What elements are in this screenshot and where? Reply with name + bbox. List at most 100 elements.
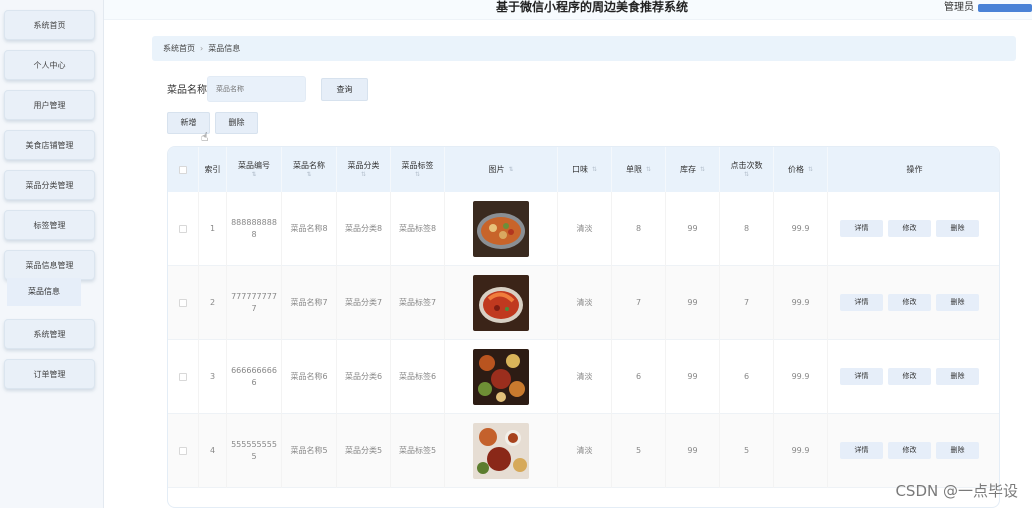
- edit-button[interactable]: 修改: [888, 442, 931, 459]
- sort-icon[interactable]: ⇅: [361, 171, 366, 179]
- col-price[interactable]: 价格 ⇅: [774, 147, 828, 192]
- detail-button[interactable]: 详情: [840, 442, 883, 459]
- cell-tag: 菜品标签5: [391, 414, 445, 488]
- sort-icon[interactable]: ⇅: [306, 171, 311, 179]
- cell-category: 菜品分类7: [337, 266, 391, 340]
- row-delete-button[interactable]: 删除: [936, 368, 979, 385]
- row-select-cell[interactable]: [168, 340, 199, 414]
- detail-button[interactable]: 详情: [840, 220, 883, 237]
- table-row: 1 888888888 8 菜品名称8 菜品分类8 菜品标签8 清淡 8 99 …: [168, 192, 999, 266]
- row-checkbox[interactable]: [179, 447, 187, 455]
- cell-price: 99.9: [774, 266, 828, 340]
- col-stock[interactable]: 库存 ⇅: [666, 147, 720, 192]
- col-index: 索引: [199, 147, 227, 192]
- cell-name: 菜品名称7: [282, 266, 337, 340]
- cell-image: [445, 192, 558, 266]
- sidebar-item-shops[interactable]: 美食店铺管理: [4, 130, 95, 160]
- cell-taste: 清淡: [558, 340, 612, 414]
- table-header: 索引 菜品编号 ⇅ 菜品名称 ⇅ 菜品分类 ⇅ 菜品标签 ⇅ 图片 ⇅ 口味 ⇅ 单限 ⇅ 库…: [168, 147, 999, 192]
- sidebar-item-orders[interactable]: 订单管理: [4, 359, 95, 389]
- sort-icon[interactable]: ⇅: [251, 171, 256, 179]
- sort-icon[interactable]: ⇅: [508, 166, 513, 174]
- cell-index: 2: [199, 266, 227, 340]
- detail-button[interactable]: 详情: [840, 294, 883, 311]
- cell-stock: 99: [666, 192, 720, 266]
- delete-button[interactable]: 删除: [215, 112, 258, 134]
- row-delete-button[interactable]: 删除: [936, 442, 979, 459]
- select-all-cell[interactable]: [168, 147, 199, 192]
- edit-button[interactable]: 修改: [888, 220, 931, 237]
- search-label: 菜品名称: [167, 85, 207, 96]
- cell-tag: 菜品标签6: [391, 340, 445, 414]
- cell-stock: 99: [666, 414, 720, 488]
- sidebar-item-system[interactable]: 系统管理: [4, 319, 95, 349]
- sort-icon[interactable]: ⇅: [646, 166, 651, 174]
- breadcrumb-separator-icon: ›: [200, 44, 204, 53]
- detail-button[interactable]: 详情: [840, 368, 883, 385]
- sort-icon[interactable]: ⇅: [592, 166, 597, 174]
- row-checkbox[interactable]: [179, 299, 187, 307]
- breadcrumb-home[interactable]: 系统首页: [163, 44, 195, 53]
- row-checkbox[interactable]: [179, 225, 187, 233]
- sidebar-item-categories[interactable]: 菜品分类管理: [4, 170, 95, 200]
- cell-limit: 7: [612, 266, 666, 340]
- col-taste[interactable]: 口味 ⇅: [558, 147, 612, 192]
- sort-icon[interactable]: ⇅: [415, 171, 420, 179]
- admin-menu-bar[interactable]: [978, 4, 1032, 12]
- mouse-pointer-icon: ☝: [201, 130, 209, 144]
- cell-price: 99.9: [774, 340, 828, 414]
- row-delete-button[interactable]: 删除: [936, 294, 979, 311]
- cell-image: [445, 340, 558, 414]
- food-image: [473, 201, 529, 257]
- cell-name: 菜品名称6: [282, 340, 337, 414]
- cell-tag: 菜品标签7: [391, 266, 445, 340]
- cell-code: 777777777 7: [227, 266, 282, 340]
- col-limit[interactable]: 单限 ⇅: [612, 147, 666, 192]
- col-code[interactable]: 菜品编号 ⇅: [227, 147, 282, 192]
- cell-category: 菜品分类5: [337, 414, 391, 488]
- row-select-cell[interactable]: [168, 192, 199, 266]
- sidebar-item-dishes[interactable]: 菜品信息管理: [4, 250, 95, 280]
- cell-index: 3: [199, 340, 227, 414]
- cell-actions: 详情 修改 删除: [828, 414, 999, 488]
- food-image: [473, 423, 529, 479]
- row-select-cell[interactable]: [168, 266, 199, 340]
- search-input[interactable]: [207, 76, 306, 102]
- col-image[interactable]: 图片 ⇅: [445, 147, 558, 192]
- cell-clicks: 5: [720, 414, 774, 488]
- sort-icon[interactable]: ⇅: [700, 166, 705, 174]
- sort-icon[interactable]: ⇅: [808, 166, 813, 174]
- cell-clicks: 7: [720, 266, 774, 340]
- sidebar-subitem-dish-info[interactable]: 菜品信息: [7, 278, 81, 306]
- cell-taste: 清淡: [558, 266, 612, 340]
- cell-clicks: 8: [720, 192, 774, 266]
- sidebar-item-home[interactable]: 系统首页: [4, 10, 95, 40]
- cell-limit: 6: [612, 340, 666, 414]
- edit-button[interactable]: 修改: [888, 294, 931, 311]
- admin-label[interactable]: 管理员: [944, 0, 974, 13]
- table-row: 2 777777777 7 菜品名称7 菜品分类7 菜品标签7 清淡 7 99 …: [168, 266, 999, 340]
- table-row: 4 555555555 5 菜品名称5 菜品分类5 菜品标签5 清淡 5 99 …: [168, 414, 999, 488]
- breadcrumb-current: 菜品信息: [208, 44, 241, 53]
- col-tag[interactable]: 菜品标签 ⇅: [391, 147, 445, 192]
- cell-price: 99.9: [774, 414, 828, 488]
- row-select-cell[interactable]: [168, 414, 199, 488]
- cell-limit: 8: [612, 192, 666, 266]
- row-checkbox[interactable]: [179, 373, 187, 381]
- select-all-checkbox[interactable]: [179, 165, 187, 174]
- sidebar-item-tags[interactable]: 标签管理: [4, 210, 95, 240]
- col-clicks[interactable]: 点击次数 ⇅: [720, 147, 774, 192]
- col-name[interactable]: 菜品名称 ⇅: [282, 147, 337, 192]
- sidebar-item-users[interactable]: 用户管理: [4, 90, 95, 120]
- edit-button[interactable]: 修改: [888, 368, 931, 385]
- cell-price: 99.9: [774, 192, 828, 266]
- cell-category: 菜品分类6: [337, 340, 391, 414]
- sidebar-item-profile[interactable]: 个人中心: [4, 50, 95, 80]
- col-category[interactable]: 菜品分类 ⇅: [337, 147, 391, 192]
- row-delete-button[interactable]: 删除: [936, 220, 979, 237]
- cell-image: [445, 266, 558, 340]
- search-button[interactable]: 查询: [321, 78, 368, 101]
- cell-actions: 详情 修改 删除: [828, 266, 999, 340]
- sort-icon[interactable]: ⇅: [744, 171, 749, 179]
- cell-code: 555555555 5: [227, 414, 282, 488]
